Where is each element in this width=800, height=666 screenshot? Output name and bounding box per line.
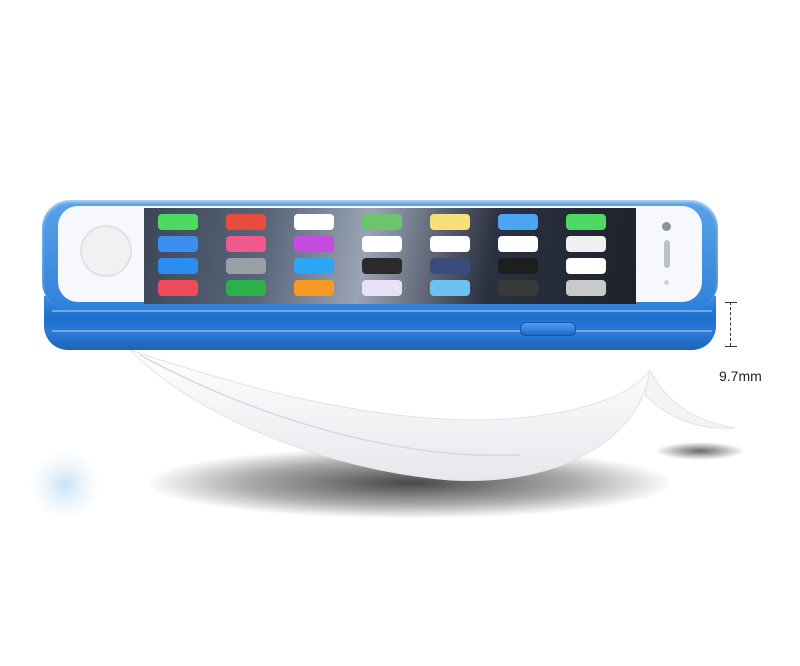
game-center-icon: [226, 236, 266, 252]
app-icon-grid: [158, 214, 628, 300]
phone-in-case: [42, 200, 718, 352]
maps-app-icon: [362, 214, 402, 230]
home-button: [80, 225, 132, 277]
earpiece: [664, 240, 670, 268]
mail-app-icon: [158, 236, 198, 252]
appstore-app-icon: [294, 258, 334, 274]
case-seam: [52, 310, 712, 312]
videos-app-icon: [362, 258, 402, 274]
messages-app-icon: [566, 214, 606, 230]
phone-app-icon: [158, 214, 198, 230]
ibooks-app-icon: [294, 280, 334, 296]
passbook-app-icon: [430, 258, 470, 274]
music-app-icon: [158, 280, 198, 296]
news-app-icon: [226, 214, 266, 230]
health-app-icon: [294, 214, 334, 230]
front-camera: [662, 222, 671, 231]
calculator-app-icon: [498, 280, 538, 296]
reminders-app-icon: [362, 236, 402, 252]
thickness-label: 9.7mm: [719, 368, 762, 384]
weather-app-icon: [498, 214, 538, 230]
calendar-app-icon: [430, 236, 470, 252]
clock-app-icon: [498, 236, 538, 252]
case-seam: [52, 330, 712, 332]
facetime-app-icon: [226, 280, 266, 296]
gamecenter2-app-icon: [362, 280, 402, 296]
thickness-dimension-line: [730, 302, 732, 346]
stocks-app-icon: [498, 258, 538, 274]
dimension-tick-bottom: [725, 346, 737, 347]
photos-app-icon: [566, 258, 606, 274]
camera-app-icon: [566, 280, 606, 296]
itunes-app-icon: [294, 236, 334, 252]
settings-app-icon: [226, 258, 266, 274]
volume-button: [520, 322, 576, 336]
home-screen: [144, 208, 636, 304]
notes-app-icon: [430, 214, 470, 230]
proximity-sensor: [664, 280, 669, 285]
mail2-app-icon: [430, 280, 470, 296]
safari-app-icon: [158, 258, 198, 274]
dimension-tick-top: [725, 302, 737, 303]
contacts-app-icon: [566, 236, 606, 252]
